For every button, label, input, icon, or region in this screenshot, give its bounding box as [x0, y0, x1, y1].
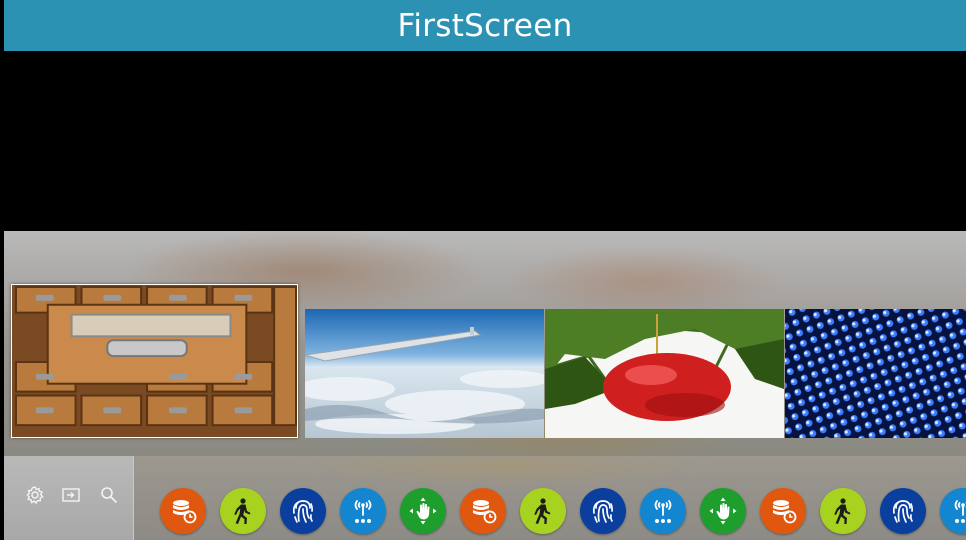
- fingerprint-icon: [292, 500, 313, 523]
- fingerprint-icon: [592, 500, 613, 523]
- app-database-sync-button[interactable]: [160, 488, 206, 534]
- airplane-wing-snow-image: [305, 309, 544, 438]
- thumbnail-strip: [4, 283, 966, 455]
- screen-left-border: [0, 0, 4, 540]
- system-toolbar: [4, 456, 134, 540]
- thumbnail-airplane-wing[interactable]: [305, 309, 544, 438]
- hand-gesture-icon: [409, 497, 437, 525]
- thumbnail-blue-perforated[interactable]: [785, 309, 966, 438]
- antenna-signal-icon: [954, 500, 966, 523]
- app-hand-gesture-button[interactable]: [400, 488, 446, 534]
- app-fingerprint-button[interactable]: [880, 488, 926, 534]
- database-sync-icon: [473, 500, 497, 524]
- title-bar: FirstScreen: [4, 0, 966, 51]
- red-ornament-pine-image: [545, 309, 784, 438]
- walking-person-icon: [234, 498, 251, 524]
- database-sync-icon: [773, 500, 797, 524]
- app-walking-person-button[interactable]: [220, 488, 266, 534]
- input-source-button[interactable]: [58, 482, 84, 508]
- app-walking-person-button[interactable]: [520, 488, 566, 534]
- video-preview-area: [4, 51, 966, 231]
- antenna-signal-icon: [654, 500, 672, 523]
- thumbnail-card-catalog[interactable]: [11, 284, 298, 438]
- app-fingerprint-button[interactable]: [580, 488, 626, 534]
- bottom-dock: [4, 456, 966, 540]
- database-sync-icon: [173, 500, 197, 524]
- app-fingerprint-button[interactable]: [280, 488, 326, 534]
- search-icon: [101, 487, 118, 504]
- input-source-icon: [62, 488, 80, 502]
- hand-gesture-icon: [709, 497, 737, 525]
- walking-person-icon: [534, 498, 551, 524]
- card-catalog-drawers-image: [12, 285, 297, 437]
- app-dock: [134, 456, 966, 540]
- app-database-sync-button[interactable]: [760, 488, 806, 534]
- search-button[interactable]: [96, 482, 122, 508]
- settings-button[interactable]: [22, 482, 48, 508]
- thumbnail-red-ornament[interactable]: [545, 309, 784, 438]
- app-antenna-signal-button[interactable]: [340, 488, 386, 534]
- app-walking-person-button[interactable]: [820, 488, 866, 534]
- app-antenna-signal-button[interactable]: [640, 488, 686, 534]
- blue-perforated-metal-image: [785, 309, 966, 438]
- fingerprint-icon: [892, 500, 913, 523]
- screen-title: FirstScreen: [397, 7, 573, 44]
- app-antenna-signal-button[interactable]: [940, 488, 966, 534]
- app-hand-gesture-button[interactable]: [700, 488, 746, 534]
- gear-icon: [26, 486, 44, 505]
- antenna-signal-icon: [354, 500, 372, 523]
- walking-person-icon: [834, 498, 851, 524]
- app-database-sync-button[interactable]: [460, 488, 506, 534]
